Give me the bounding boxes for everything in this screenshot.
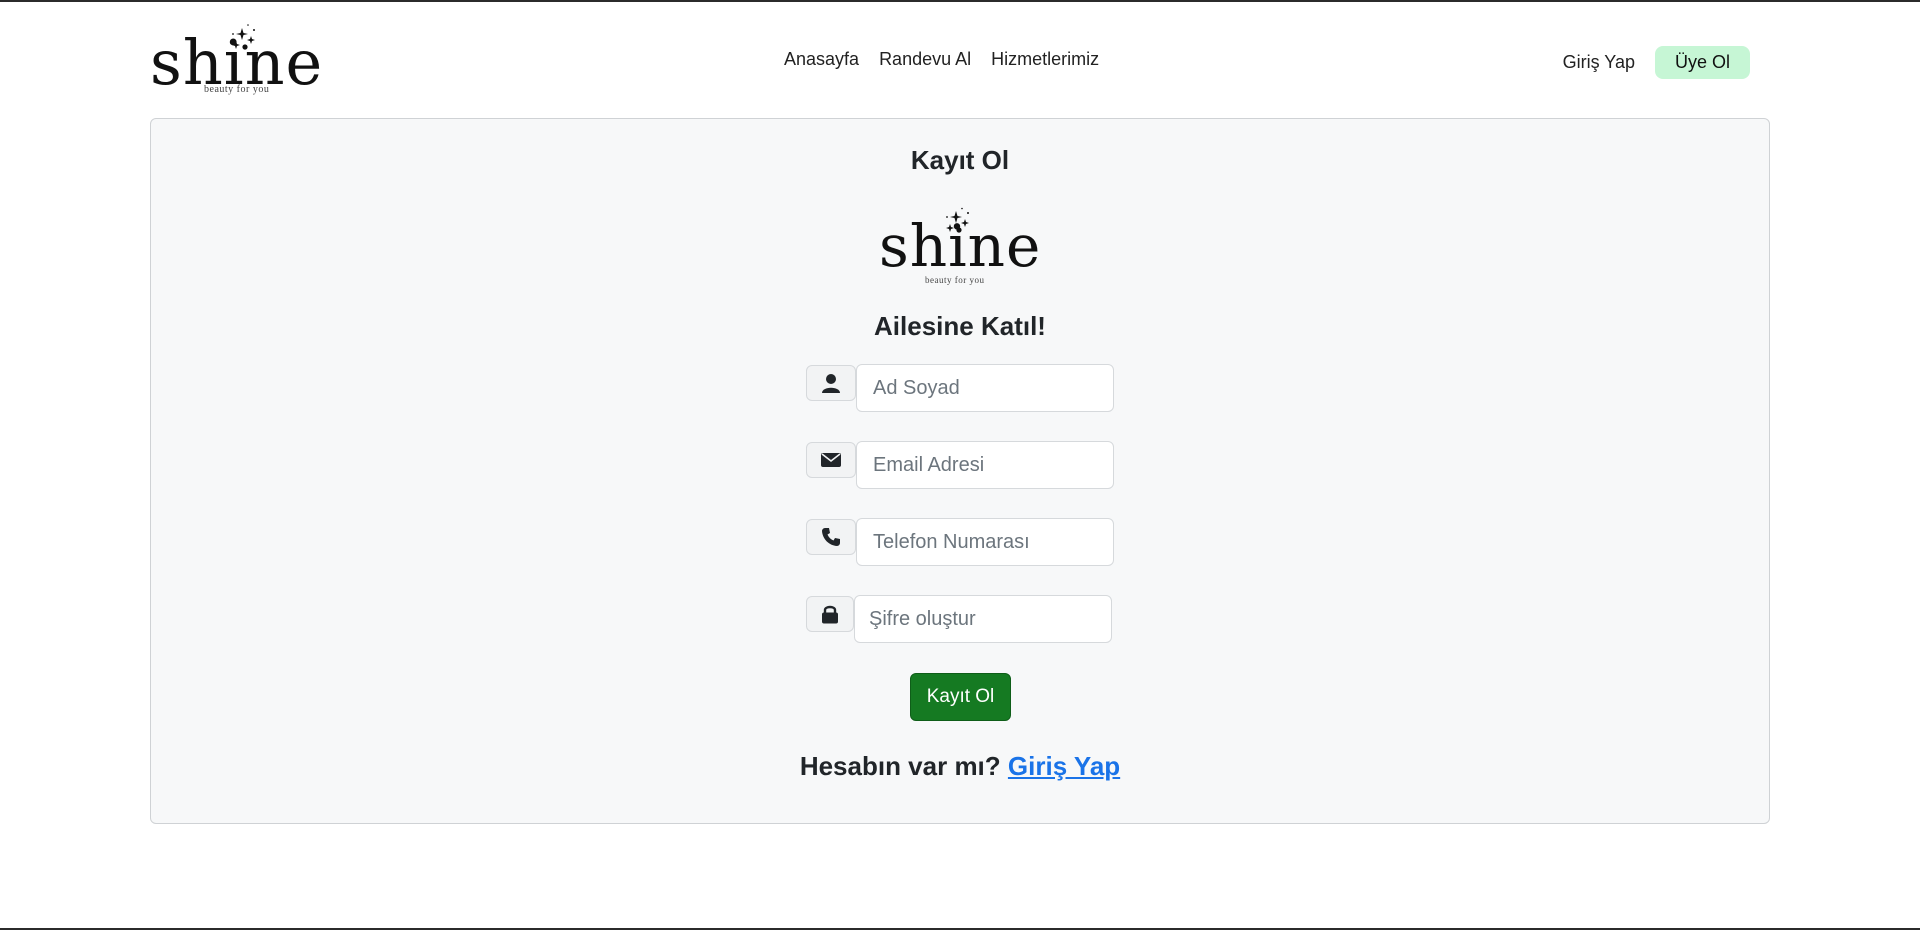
lock-icon [806, 596, 854, 632]
password-row [806, 595, 1116, 643]
phone-icon [806, 519, 856, 555]
nav-link-services[interactable]: Hizmetlerimiz [991, 49, 1099, 70]
register-submit-button[interactable]: Kayıt Ol [910, 673, 1011, 721]
card-subtitle: Ailesine Katıl! [874, 311, 1046, 341]
brand-logo[interactable]: shine beauty for you [150, 22, 340, 98]
card-logo: shine beauty for you [879, 207, 1049, 295]
email-input[interactable] [856, 441, 1114, 489]
email-row [806, 441, 1116, 489]
nav-link-home[interactable]: Anasayfa [784, 49, 859, 70]
navbar: shine beauty for you Anasayfa Randevu Al… [0, 2, 1920, 117]
phone-input[interactable] [856, 518, 1114, 566]
login-prompt-text: Hesabın var mı? [799, 751, 1001, 781]
user-icon [806, 365, 856, 401]
logo-tagline: beauty for you [204, 84, 270, 95]
card-title: Kayıt Ol [910, 145, 1010, 175]
nav-link-appointment[interactable]: Randevu Al [879, 49, 971, 70]
envelope-icon [806, 442, 856, 478]
password-input[interactable] [854, 595, 1112, 643]
phone-row [806, 518, 1116, 566]
login-link[interactable]: Giriş Yap [1563, 52, 1635, 73]
login-prompt: Hesabın var mı? Giriş Yap [151, 751, 1769, 782]
signup-button[interactable]: Üye Ol [1654, 46, 1750, 79]
card-logo-wordmark: shine [879, 212, 1042, 280]
name-row [806, 364, 1116, 412]
name-input[interactable] [856, 364, 1114, 412]
login-prompt-link[interactable]: Giriş Yap [1008, 751, 1120, 781]
main-nav: Anasayfa Randevu Al Hizmetlerimiz [784, 49, 1099, 70]
register-card: Kayıt Ol shine beauty for you Ailesine K… [150, 118, 1770, 824]
auth-actions: Giriş Yap Üye Ol [1563, 46, 1750, 79]
card-logo-tagline: beauty for you [925, 275, 985, 285]
